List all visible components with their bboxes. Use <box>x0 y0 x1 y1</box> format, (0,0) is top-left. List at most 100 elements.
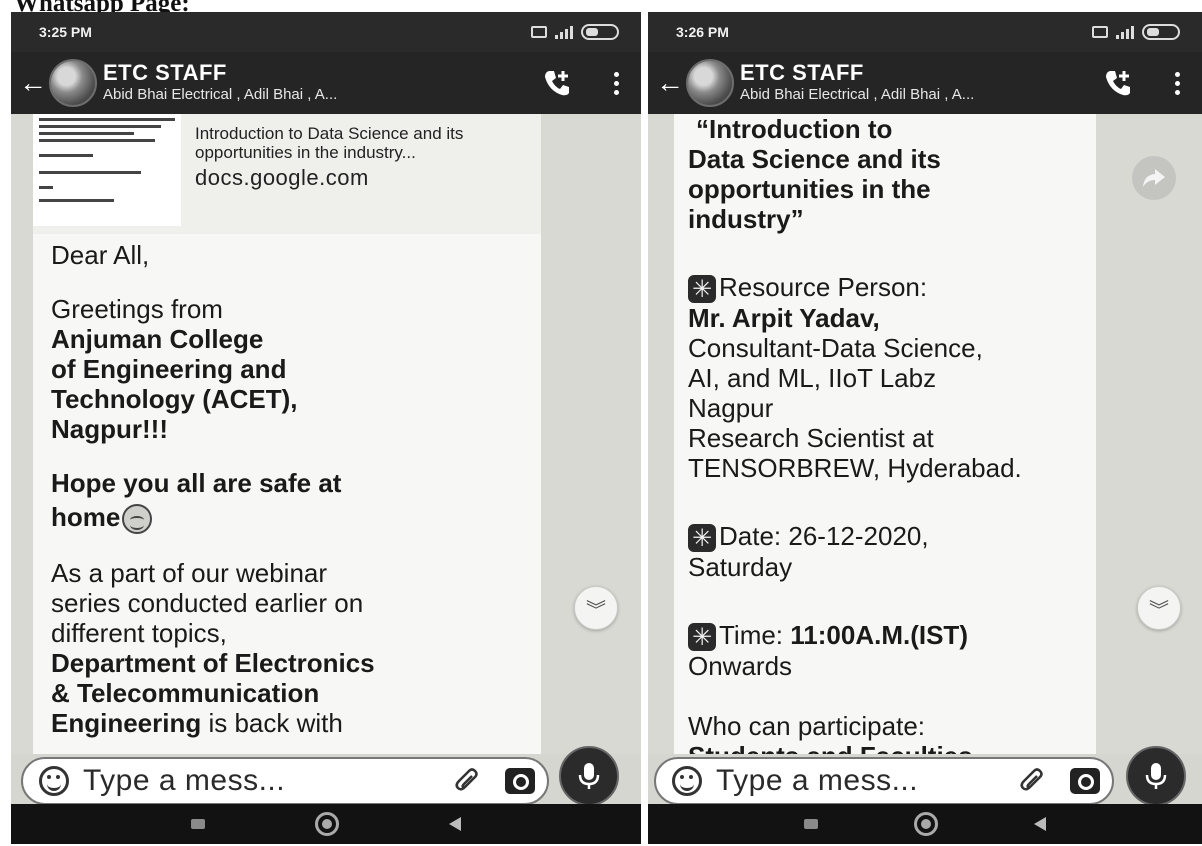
group-members: Abid Bhai Electrical , Adil Bhai , A... <box>740 86 975 103</box>
dept-line-1: Department of Electronics <box>51 648 375 679</box>
phone-screen-right: 3:26 PM ← ETC STAFF Abid Bhai Electrical… <box>648 12 1202 844</box>
message-placeholder[interactable]: Type a mess... <box>716 764 1016 798</box>
chat-area[interactable]: “Introduction to Data Science and its op… <box>648 114 1202 756</box>
message-bubble[interactable]: Introduction to Data Science and its opp… <box>33 114 541 756</box>
time-label: Time: <box>719 620 791 651</box>
title-line-3: opportunities in the <box>688 174 931 204</box>
nav-back-icon[interactable] <box>1034 817 1046 831</box>
resource-label: Resource Person: <box>719 272 928 302</box>
status-bar: 3:26 PM <box>648 12 1202 52</box>
chat-title-block[interactable]: ETC STAFF Abid Bhai Electrical , Adil Bh… <box>103 61 537 105</box>
link-preview[interactable]: Introduction to Data Science and its opp… <box>33 114 541 234</box>
nav-recents-icon[interactable] <box>804 819 818 829</box>
who-label: Who can participate: <box>688 711 926 742</box>
group-avatar[interactable] <box>686 59 734 107</box>
add-call-icon[interactable] <box>537 63 577 103</box>
chat-header: ← ETC STAFF Abid Bhai Electrical , Adil … <box>648 52 1202 114</box>
group-members: Abid Bhai Electrical , Adil Bhai , A... <box>103 86 338 103</box>
camera-icon[interactable] <box>505 768 535 794</box>
college-line-4: Nagpur!!! <box>51 414 168 444</box>
more-options-icon[interactable] <box>607 65 625 101</box>
college-line-2: of Engineering and <box>51 354 287 384</box>
participants-paragraph: Who can participate: Students and Facult… <box>688 711 1096 756</box>
android-nav-bar <box>11 804 641 844</box>
nav-home-icon[interactable] <box>914 812 938 836</box>
asterisk-bullet-icon: ✳ <box>688 524 716 553</box>
resource-person-name: Mr. Arpit Yadav, <box>688 303 880 334</box>
link-preview-text: Introduction to Data Science and its opp… <box>195 114 520 192</box>
battery-icon <box>1142 24 1180 40</box>
microphone-icon <box>1145 763 1167 789</box>
time-paragraph: ✳ Time: 11:00A.M.(IST) Onwards <box>688 620 1096 681</box>
microphone-button[interactable] <box>1126 746 1186 806</box>
camera-icon[interactable] <box>1070 768 1100 794</box>
link-title: Introduction to Data Science and its opp… <box>195 124 464 162</box>
dept-line-2: & Telecommunication <box>51 678 320 709</box>
date-day: Saturday <box>688 552 793 583</box>
group-avatar[interactable] <box>49 59 97 107</box>
input-bar: Type a mess... <box>11 746 641 806</box>
link-thumbnail <box>33 114 181 226</box>
share-forward-icon[interactable] <box>1132 156 1176 200</box>
more-options-icon[interactable] <box>1168 65 1186 101</box>
add-call-icon[interactable] <box>1098 63 1138 103</box>
status-bar: 3:25 PM <box>11 12 641 52</box>
emoji-icon[interactable] <box>672 766 702 796</box>
signal-icon <box>555 25 573 39</box>
android-nav-bar <box>648 804 1202 844</box>
back-arrow-icon[interactable]: ← <box>656 67 684 99</box>
notification-icon <box>531 26 547 38</box>
hope-paragraph: Hope you all are safe at home <box>51 468 529 535</box>
nav-back-icon[interactable] <box>449 817 461 831</box>
nav-recents-icon[interactable] <box>191 819 205 829</box>
message-input[interactable]: Type a mess... <box>654 757 1114 805</box>
battery-icon <box>581 24 619 40</box>
hope-line-1: Hope you all are safe at <box>51 468 342 498</box>
signal-icon <box>1116 25 1134 39</box>
message-placeholder[interactable]: Type a mess... <box>83 764 451 798</box>
nav-home-icon[interactable] <box>315 812 339 836</box>
person-detail-2: AI, and ML, IIoT Labz <box>688 363 937 394</box>
message-input[interactable]: Type a mess... <box>21 757 549 805</box>
hope-line-2: home <box>51 502 121 532</box>
college-line-1: Anjuman College <box>51 324 264 354</box>
date-text: Date: 26-12-2020, <box>719 521 929 552</box>
time-suffix: Onwards <box>688 651 793 682</box>
attach-clip-icon[interactable] <box>451 764 485 798</box>
back-arrow-icon[interactable]: ← <box>19 67 47 99</box>
body-line-1: As a part of our webinar <box>51 558 328 589</box>
title-line-2: Data Science and its <box>688 144 941 174</box>
time-value: 11:00A.M.(IST) <box>790 620 968 651</box>
group-name: ETC STAFF <box>740 60 864 85</box>
body-line-2: series conducted earlier on <box>51 588 364 619</box>
title-line-1: “Introduction to <box>696 114 893 144</box>
body-line-3: different topics, <box>51 618 227 649</box>
smiling-emoji-icon <box>122 504 153 535</box>
chat-header: ← ETC STAFF Abid Bhai Electrical , Adil … <box>11 52 641 114</box>
phone-screen-left: 3:25 PM ← ETC STAFF Abid Bhai Electrical… <box>11 12 641 844</box>
link-domain: docs.google.com <box>195 165 369 190</box>
status-icons <box>531 24 619 40</box>
webinar-title: “Introduction to Data Science and its op… <box>688 114 1096 234</box>
status-icons <box>1092 24 1180 40</box>
greetings-line: Greetings from <box>51 294 223 324</box>
scroll-down-icon[interactable]: ︾ <box>1137 586 1181 630</box>
group-name: ETC STAFF <box>103 60 227 85</box>
chat-area[interactable]: Introduction to Data Science and its opp… <box>11 114 641 756</box>
chat-title-block[interactable]: ETC STAFF Abid Bhai Electrical , Adil Bh… <box>740 61 1098 105</box>
message-bubble[interactable]: “Introduction to Data Science and its op… <box>674 114 1096 756</box>
microphone-icon <box>578 763 600 789</box>
attach-clip-icon[interactable] <box>1016 764 1050 798</box>
greetings-paragraph: Greetings from Anjuman College of Engine… <box>51 294 529 444</box>
scroll-down-icon[interactable]: ︾ <box>574 586 618 630</box>
microphone-button[interactable] <box>559 746 619 806</box>
title-line-4: industry” <box>688 204 804 234</box>
body-paragraph: As a part of our webinar series conducte… <box>51 558 529 738</box>
emoji-icon[interactable] <box>39 766 69 796</box>
date-paragraph: ✳ Date: 26-12-2020, Saturday <box>688 521 1096 582</box>
person-detail-3: Nagpur <box>688 393 774 424</box>
person-detail-5: TENSORBREW, Hyderabad. <box>688 453 1022 484</box>
asterisk-bullet-icon: ✳ <box>688 623 716 652</box>
status-time: 3:25 PM <box>39 24 92 40</box>
person-detail-1: Consultant-Data Science, <box>688 333 983 364</box>
